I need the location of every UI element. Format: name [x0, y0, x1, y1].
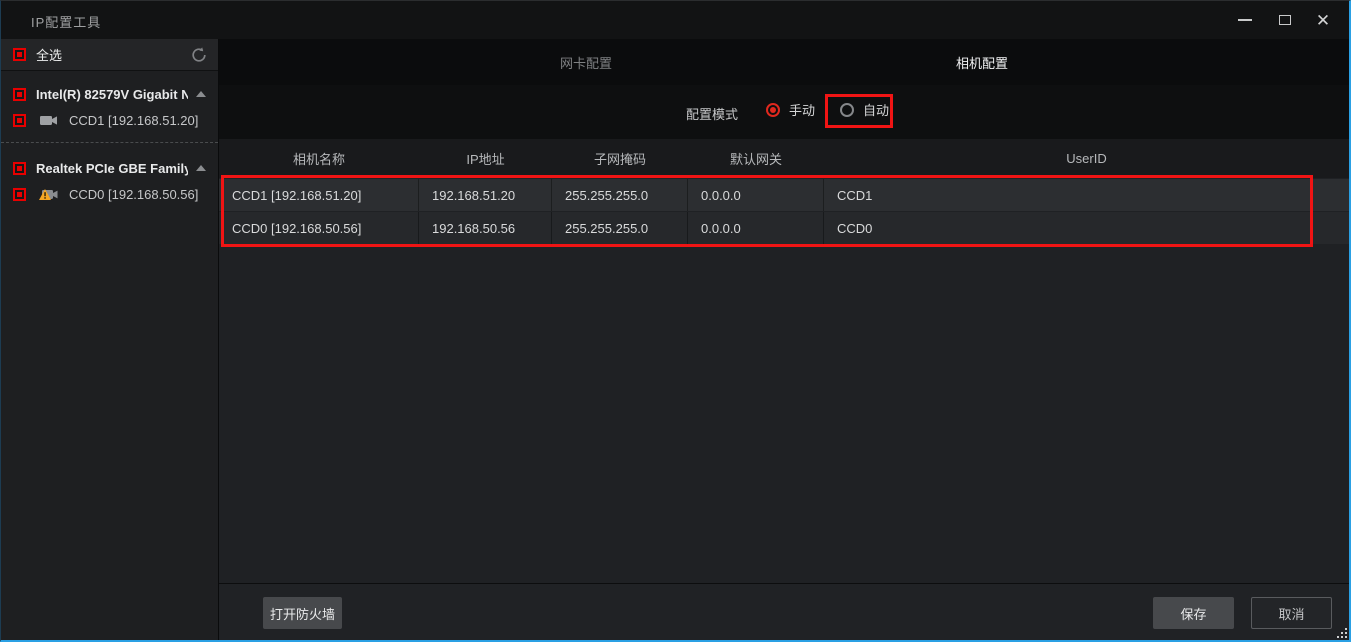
- radio-auto-label: 自动: [863, 103, 890, 118]
- camera-label: CCD0 [192.168.50.56]: [69, 186, 199, 202]
- maximize-button[interactable]: [1265, 1, 1305, 39]
- camera-item-ccd0[interactable]: CCD0 [192.168.50.56]: [1, 181, 218, 207]
- cell-userid: CCD1: [837, 187, 873, 203]
- save-button[interactable]: 保存: [1153, 597, 1234, 629]
- header-gateway: 默认网关: [729, 152, 782, 167]
- group-divider: [1, 142, 218, 143]
- footer-bar: 打开防火墙 保存 取消: [219, 583, 1349, 640]
- table-body: CCD1 [192.168.51.20] 192.168.51.20 255.2…: [219, 179, 1349, 245]
- tab-bar: 网卡配置 相机配置: [219, 39, 1349, 85]
- table-row-ccd1[interactable]: CCD1 [192.168.51.20] 192.168.51.20 255.2…: [219, 179, 1349, 211]
- adapter-name: Realtek PCIe GBE Family (: [36, 160, 188, 176]
- close-icon: ✕: [1315, 10, 1331, 30]
- camera-item-ccd1[interactable]: CCD1 [192.168.51.20]: [1, 107, 218, 133]
- cell-subnet-mask: 255.255.255.0: [552, 212, 688, 244]
- radio-unselected-icon[interactable]: [840, 102, 854, 117]
- camera-warning-icon: [39, 187, 59, 201]
- radio-selected-icon[interactable]: [766, 102, 780, 117]
- cell-camera-name: CCD0 [192.168.50.56]: [219, 212, 419, 244]
- config-mode-label: 配置模式: [686, 107, 739, 122]
- minimize-icon: [1238, 19, 1252, 21]
- select-all-row[interactable]: 全选: [1, 39, 218, 71]
- radio-manual[interactable]: 手动: [766, 100, 815, 119]
- collapse-arrow-icon[interactable]: [196, 165, 206, 171]
- cell-ip-address: 192.168.51.20: [419, 179, 552, 211]
- cancel-button[interactable]: 取消: [1251, 597, 1332, 629]
- header-camera-name: 相机名称: [292, 152, 345, 167]
- cell-ip-address: 192.168.50.56: [419, 212, 552, 244]
- cell-userid: CCD0: [837, 220, 873, 236]
- config-mode-band: 配置模式 手动 自动: [219, 85, 1349, 139]
- header-userid: UserID: [1066, 151, 1107, 166]
- title-bar: IP配置工具 ✕: [1, 1, 1349, 39]
- camera-icon: [39, 113, 59, 127]
- radio-manual-label: 手动: [789, 103, 816, 118]
- select-all-checkbox[interactable]: [13, 48, 26, 61]
- cell-gateway: 0.0.0.0: [688, 212, 824, 244]
- minimize-button[interactable]: [1225, 1, 1265, 39]
- app-window: IP配置工具 ✕ 全选 Intel(R) 82579V Gigabit N CC…: [0, 0, 1351, 642]
- device-tree-sidebar: 全选 Intel(R) 82579V Gigabit N CCD1 [192.1…: [1, 39, 219, 640]
- window-title: IP配置工具: [31, 15, 102, 30]
- table-row-ccd0[interactable]: CCD0 [192.168.50.56] 192.168.50.56 255.2…: [219, 212, 1349, 244]
- header-ip-address: IP地址: [466, 152, 505, 167]
- cell-camera-name: CCD1 [192.168.51.20]: [219, 179, 419, 211]
- collapse-arrow-icon[interactable]: [196, 91, 206, 97]
- camera-table: 相机名称 IP地址 子网掩码 默认网关 UserID CCD1 [192.168…: [219, 139, 1349, 583]
- camera-label: CCD1 [192.168.51.20]: [69, 112, 199, 128]
- adapter-item-intel[interactable]: Intel(R) 82579V Gigabit N: [1, 81, 218, 107]
- adapter-tree: Intel(R) 82579V Gigabit N CCD1 [192.168.…: [1, 81, 218, 207]
- radio-auto[interactable]: 自动: [840, 100, 889, 119]
- cell-gateway: 0.0.0.0: [688, 179, 824, 211]
- camera-ccd0-checkbox[interactable]: [13, 187, 26, 201]
- camera-ccd1-checkbox[interactable]: [13, 113, 26, 127]
- main-panel: 网卡配置 相机配置 配置模式 手动 自动 相机名称 IP地址 子网掩码 默认网关…: [219, 39, 1349, 640]
- resize-grip[interactable]: [1335, 626, 1347, 638]
- adapter-item-realtek[interactable]: Realtek PCIe GBE Family (: [1, 155, 218, 181]
- resize-grip-dots: [1345, 636, 1347, 638]
- tab-camera-config[interactable]: 相机配置: [784, 39, 1180, 85]
- select-all-label: 全选: [36, 48, 63, 63]
- table-header-row: 相机名称 IP地址 子网掩码 默认网关 UserID: [219, 139, 1349, 178]
- tab-nic-config[interactable]: 网卡配置: [388, 39, 784, 85]
- adapter-name: Intel(R) 82579V Gigabit N: [36, 86, 188, 102]
- refresh-icon[interactable]: [190, 46, 208, 64]
- cell-subnet-mask: 255.255.255.0: [552, 179, 688, 211]
- adapter-realtek-checkbox[interactable]: [13, 161, 26, 175]
- maximize-icon: [1279, 15, 1291, 25]
- adapter-intel-checkbox[interactable]: [13, 87, 26, 101]
- close-button[interactable]: ✕: [1303, 1, 1343, 39]
- header-subnet-mask: 子网掩码: [593, 152, 646, 167]
- open-firewall-button[interactable]: 打开防火墙: [263, 597, 342, 629]
